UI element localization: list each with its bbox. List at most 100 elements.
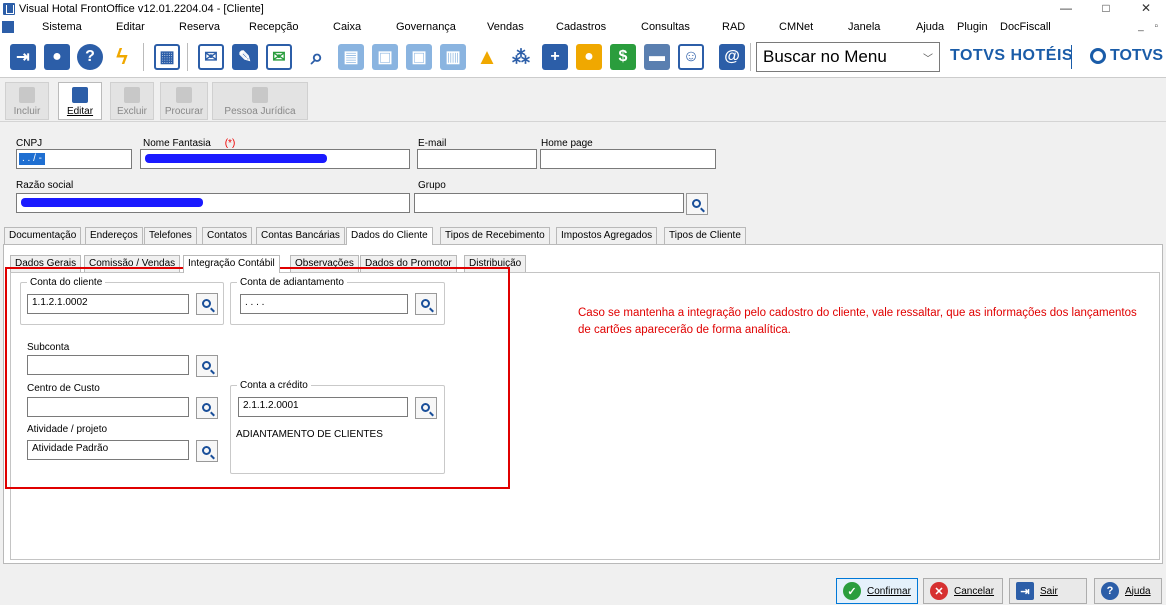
ajuda-label: Ajuda [1125, 585, 1151, 597]
email-at-icon[interactable]: @ [717, 41, 747, 73]
search-document-icon [176, 87, 192, 103]
brand-logo-totvs: TOTVS [1090, 47, 1163, 65]
tab-contatos[interactable]: Contatos [202, 227, 253, 244]
pessoa-juridica-label: Pessoa Jurídica [224, 106, 296, 117]
help-icon[interactable]: ? [75, 41, 105, 73]
grupo-lookup-button[interactable] [686, 193, 708, 215]
edit-document-icon [72, 87, 88, 103]
bell-icon[interactable]: ▲ [472, 41, 502, 73]
grupo-label: Grupo [418, 180, 446, 191]
check-icon: ✓ [843, 582, 861, 600]
bottom-button-bar: ✓ Confirmar ✕ Cancelar ⇥ Sair ? Ajuda [0, 567, 1166, 605]
delete-document-icon [124, 87, 140, 103]
mail-icon[interactable]: ✉ [196, 41, 226, 73]
calendar-icon[interactable]: ▤ [336, 41, 366, 73]
record-action-bar: Incluir Editar Excluir Procurar Pessoa J… [0, 78, 1166, 122]
restore-icon[interactable]: □ [1086, 0, 1126, 18]
help-icon: ? [1101, 582, 1119, 600]
printer-icon[interactable]: ▬ [642, 41, 672, 73]
menu-ajuda[interactable]: Ajuda [916, 21, 944, 33]
menu-governanca[interactable]: Governança [396, 21, 456, 33]
toolbar-separator [187, 43, 188, 71]
home-page-label: Home page [541, 138, 593, 149]
excluir-label: Excluir [116, 106, 147, 117]
menu-bar: Sistema Editar Reserva Recepção Caixa Go… [0, 18, 1166, 37]
window-title: Visual Hotal FrontOffice v12.01.2204.04 … [19, 3, 264, 15]
mail-send-icon[interactable]: ✉ [264, 41, 294, 73]
excluir-button[interactable]: Excluir [110, 82, 154, 120]
highlight-box [5, 267, 510, 489]
mdi-controls[interactable]: _ ▫ [1138, 21, 1162, 32]
incluir-button[interactable]: Incluir [5, 82, 49, 120]
app-icon [3, 3, 15, 15]
brand-logo-totvs-hoteis: TOTVS HOTÉIS [950, 47, 1074, 64]
menu-rad[interactable]: RAD [722, 21, 745, 33]
tab-enderecos[interactable]: Endereços [85, 227, 143, 244]
menu-plugin[interactable]: Plugin [957, 21, 988, 33]
brand-divider [1071, 45, 1072, 69]
exit-icon: ⇥ [1016, 582, 1034, 600]
toolbar-separator [143, 43, 144, 71]
menu-cmnet[interactable]: CMNet [779, 21, 813, 33]
menu-janela[interactable]: Janela [848, 21, 880, 33]
menu-caixa[interactable]: Caixa [333, 21, 361, 33]
tab-tipos-de-cliente[interactable]: Tipos de Cliente [664, 227, 746, 244]
editar-button[interactable]: Editar [58, 82, 102, 120]
sair-button[interactable]: ⇥ Sair [1009, 578, 1087, 604]
menu-sistema[interactable]: Sistema [42, 21, 82, 33]
logout-icon[interactable]: ⇥ [8, 41, 38, 73]
tab-contas-bancarias[interactable]: Contas Bancárias [256, 227, 345, 244]
nome-fantasia-label: Nome Fantasia (*) [143, 138, 236, 149]
home-page-input[interactable] [540, 149, 716, 169]
guest-list-icon[interactable]: ▣ [404, 41, 434, 73]
report-icon[interactable]: ▥ [438, 41, 468, 73]
cnpj-value: . . / - [19, 153, 45, 165]
menu-vendas[interactable]: Vendas [487, 21, 524, 33]
close-icon[interactable]: ✕ [1126, 0, 1166, 18]
chevron-down-icon: ﹀ [923, 53, 933, 65]
minimize-icon[interactable]: — [1046, 0, 1086, 18]
menu-recepcao[interactable]: Recepção [249, 21, 299, 33]
grupo-input[interactable] [414, 193, 684, 213]
guest-card-icon[interactable]: ▣ [370, 41, 400, 73]
tab-impostos-agregados[interactable]: Impostos Agregados [556, 227, 658, 244]
menu-docfiscall[interactable]: DocFiscall [1000, 21, 1051, 33]
menu-search-value: Buscar no Menu [763, 47, 887, 66]
menu-editar[interactable]: Editar [116, 21, 145, 33]
cash-register-icon[interactable]: $ [608, 41, 638, 73]
email-input[interactable] [417, 149, 537, 169]
tab-integracao-contabil[interactable]: Integração Contábil [183, 255, 280, 273]
menu-consultas[interactable]: Consultas [641, 21, 690, 33]
razao-social-input[interactable] [16, 193, 410, 213]
razao-social-label: Razão social [16, 180, 74, 191]
ajuda-button[interactable]: ? Ajuda [1094, 578, 1162, 604]
procurar-button[interactable]: Procurar [160, 82, 208, 120]
group-icon[interactable]: ● [574, 41, 604, 73]
nome-fantasia-input[interactable] [140, 149, 410, 169]
tab-telefones[interactable]: Telefones [144, 227, 197, 244]
org-chart-icon[interactable]: ▦ [152, 41, 182, 73]
cnpj-input[interactable]: . . / - [16, 149, 132, 169]
tab-tipos-de-recebimento[interactable]: Tipos de Recebimento [440, 227, 550, 244]
mdi-window-icon[interactable] [2, 21, 14, 33]
menu-cadastros[interactable]: Cadastros [556, 21, 606, 33]
pessoa-juridica-button[interactable]: Pessoa Jurídica [212, 82, 308, 120]
tab-documentacao[interactable]: Documentação [4, 227, 82, 244]
confirmar-button[interactable]: ✓ Confirmar [836, 578, 918, 604]
tab-dados-do-cliente[interactable]: Dados do Cliente [346, 227, 433, 245]
add-user-icon[interactable]: + [540, 41, 570, 73]
cnpj-label: CNPJ [16, 138, 43, 149]
user-key-icon[interactable]: ● [42, 41, 72, 73]
cancelar-button[interactable]: ✕ Cancelar [923, 578, 1003, 604]
footprints-icon[interactable]: ⁂ [506, 41, 536, 73]
annotation-note: Caso se mantenha a integração pelo cados… [578, 307, 1137, 336]
incluir-label: Incluir [13, 106, 41, 117]
menu-search-select[interactable]: Buscar no Menu ﹀ [756, 42, 940, 72]
search-icon[interactable]: ⌕ [302, 41, 332, 73]
menu-reserva[interactable]: Reserva [179, 21, 220, 33]
maid-icon[interactable]: ☺ [676, 41, 706, 73]
email-label: E-mail [418, 138, 447, 149]
procurar-label: Procurar [164, 106, 204, 117]
document-edit-icon[interactable]: ✎ [230, 41, 260, 73]
lightning-icon[interactable]: ϟ [107, 41, 137, 73]
